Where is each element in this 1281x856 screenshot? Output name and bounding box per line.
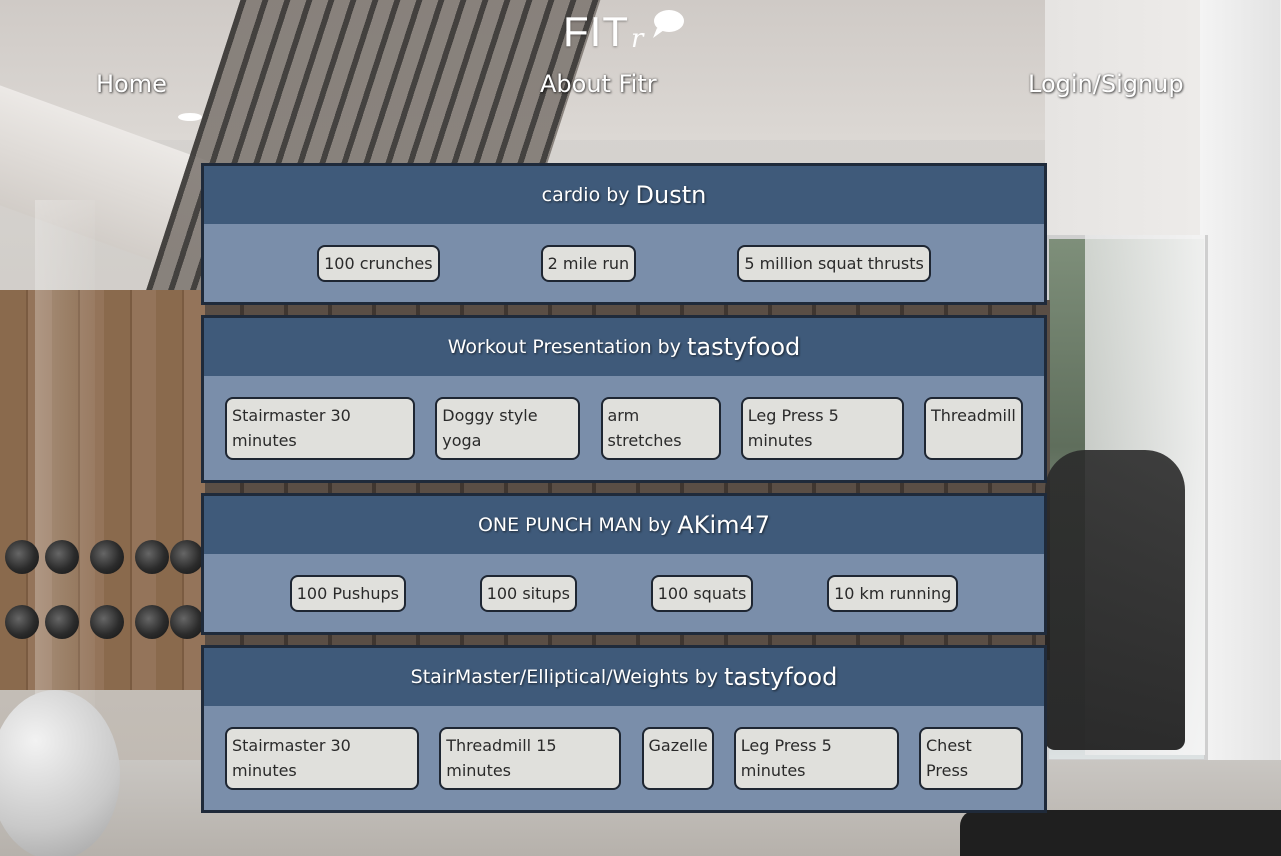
exercise-list: 100 crunches 2 mile run 5 million squat … <box>204 224 1044 302</box>
workout-author[interactable]: tastyfood <box>724 663 837 691</box>
workout-name: ONE PUNCH MAN <box>477 514 642 536</box>
workout-by-label: by <box>606 184 630 206</box>
workout-card[interactable]: cardio by Dustn 100 crunches 2 mile run … <box>201 163 1047 305</box>
exercise-chip[interactable]: Chest Press <box>919 726 1023 790</box>
nav-login-signup-link[interactable]: Login/Signup <box>1028 70 1184 98</box>
workout-card-header: StairMaster/Elliptical/Weights by tastyf… <box>204 648 1044 706</box>
workout-by-label: by <box>657 336 681 358</box>
nav-home-link[interactable]: Home <box>96 70 167 98</box>
workout-card-header: ONE PUNCH MAN by AKim47 <box>204 496 1044 554</box>
workout-by-label: by <box>694 666 719 688</box>
workout-name: StairMaster/Elliptical/Weights <box>410 666 689 688</box>
exercise-chip[interactable]: arm stretches <box>600 396 721 460</box>
exercise-chip[interactable]: 100 Pushups <box>289 574 406 612</box>
fitr-logo[interactable]: FIT r <box>563 8 685 56</box>
exercise-chip[interactable]: Gazelle <box>641 726 714 790</box>
workout-name: cardio <box>541 184 601 206</box>
exercise-chip[interactable]: 100 crunches <box>317 244 440 282</box>
exercise-chip[interactable]: Threadmill <box>924 396 1023 460</box>
workout-card-header: cardio by Dustn <box>204 166 1044 224</box>
exercise-list: 100 Pushups 100 situps 100 squats 10 km … <box>204 554 1044 632</box>
exercise-chip[interactable]: 2 mile run <box>540 244 637 282</box>
nav-about-link[interactable]: About Fitr <box>540 70 657 98</box>
exercise-chip[interactable]: Threadmill 15 minutes <box>439 726 622 790</box>
logo-r: r <box>630 24 644 54</box>
exercise-chip[interactable]: Stairmaster 30 minutes <box>225 726 419 790</box>
exercise-chip[interactable]: Leg Press 5 minutes <box>733 726 899 790</box>
exercise-chip[interactable]: 100 squats <box>650 574 754 612</box>
workout-author[interactable]: AKim47 <box>677 511 770 539</box>
exercise-list: Stairmaster 30 minutes Threadmill 15 min… <box>204 706 1044 810</box>
workout-author[interactable]: tastyfood <box>687 333 800 361</box>
workout-name: Workout Presentation <box>447 336 652 358</box>
workout-card[interactable]: StairMaster/Elliptical/Weights by tastyf… <box>201 645 1047 813</box>
speech-bubble-icon <box>649 8 685 44</box>
workout-card-header: Workout Presentation by tastyfood <box>204 318 1044 376</box>
workout-author[interactable]: Dustn <box>636 181 707 209</box>
exercise-chip[interactable]: 10 km running <box>827 574 959 612</box>
workout-list: cardio by Dustn 100 crunches 2 mile run … <box>201 163 1047 823</box>
logo-text: FIT <box>563 8 629 55</box>
exercise-list: Stairmaster 30 minutes Doggy style yoga … <box>204 376 1044 480</box>
exercise-chip[interactable]: 5 million squat thrusts <box>737 244 931 282</box>
workout-by-label: by <box>647 514 672 536</box>
exercise-chip[interactable]: 100 situps <box>479 574 577 612</box>
workout-card[interactable]: ONE PUNCH MAN by AKim47 100 Pushups 100 … <box>201 493 1047 635</box>
workout-card[interactable]: Workout Presentation by tastyfood Stairm… <box>201 315 1047 483</box>
exercise-chip[interactable]: Stairmaster 30 minutes <box>225 396 415 460</box>
exercise-chip[interactable]: Doggy style yoga <box>435 396 581 460</box>
exercise-chip[interactable]: Leg Press 5 minutes <box>740 396 904 460</box>
